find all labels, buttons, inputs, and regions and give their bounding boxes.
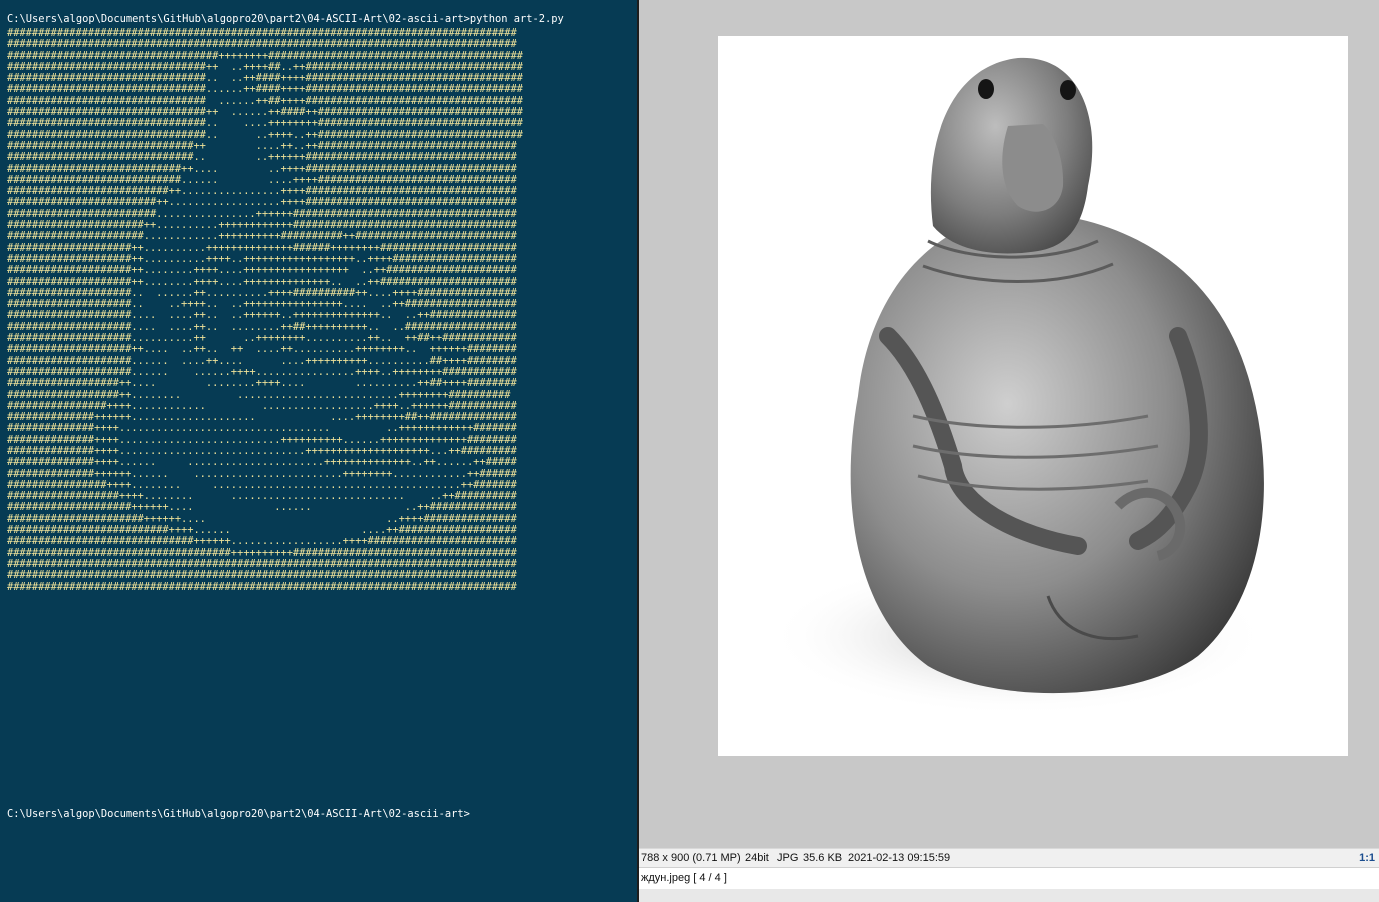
- window-bottom-edge: [639, 889, 1379, 902]
- zoom-level[interactable]: 1:1: [1359, 849, 1375, 867]
- ascii-art-output: ########################################…: [7, 27, 523, 593]
- image-canvas[interactable]: [639, 0, 1379, 848]
- image-viewer-window[interactable]: 788 x 900 (0.71 MP) 24bit JPG 35.6 KB 20…: [639, 0, 1379, 902]
- status-bar: 788 x 900 (0.71 MP) 24bit JPG 35.6 KB 20…: [639, 848, 1379, 867]
- prompt-line[interactable]: C:\Users\algop\Documents\GitHub\algopro2…: [7, 808, 470, 820]
- image-dimensions: 788 x 900 (0.71 MP): [641, 852, 741, 864]
- file-name: ждун.jpeg [ 4 / 4 ]: [641, 872, 727, 884]
- terminal-window[interactable]: C:\Users\algop\Documents\GitHub\algopro2…: [0, 0, 637, 902]
- image-datetime: 2021-02-13 09:15:59: [848, 852, 951, 864]
- command-line: C:\Users\algop\Documents\GitHub\algopro2…: [7, 13, 564, 25]
- image-format: JPG: [777, 852, 799, 864]
- zhdun-figure-illustration: [768, 57, 1268, 716]
- image-filesize: 35.6 KB: [803, 852, 843, 864]
- displayed-image: [718, 36, 1348, 756]
- file-info-bar: ждун.jpeg [ 4 / 4 ]: [639, 867, 1379, 889]
- image-bitdepth: 24bit: [745, 852, 769, 864]
